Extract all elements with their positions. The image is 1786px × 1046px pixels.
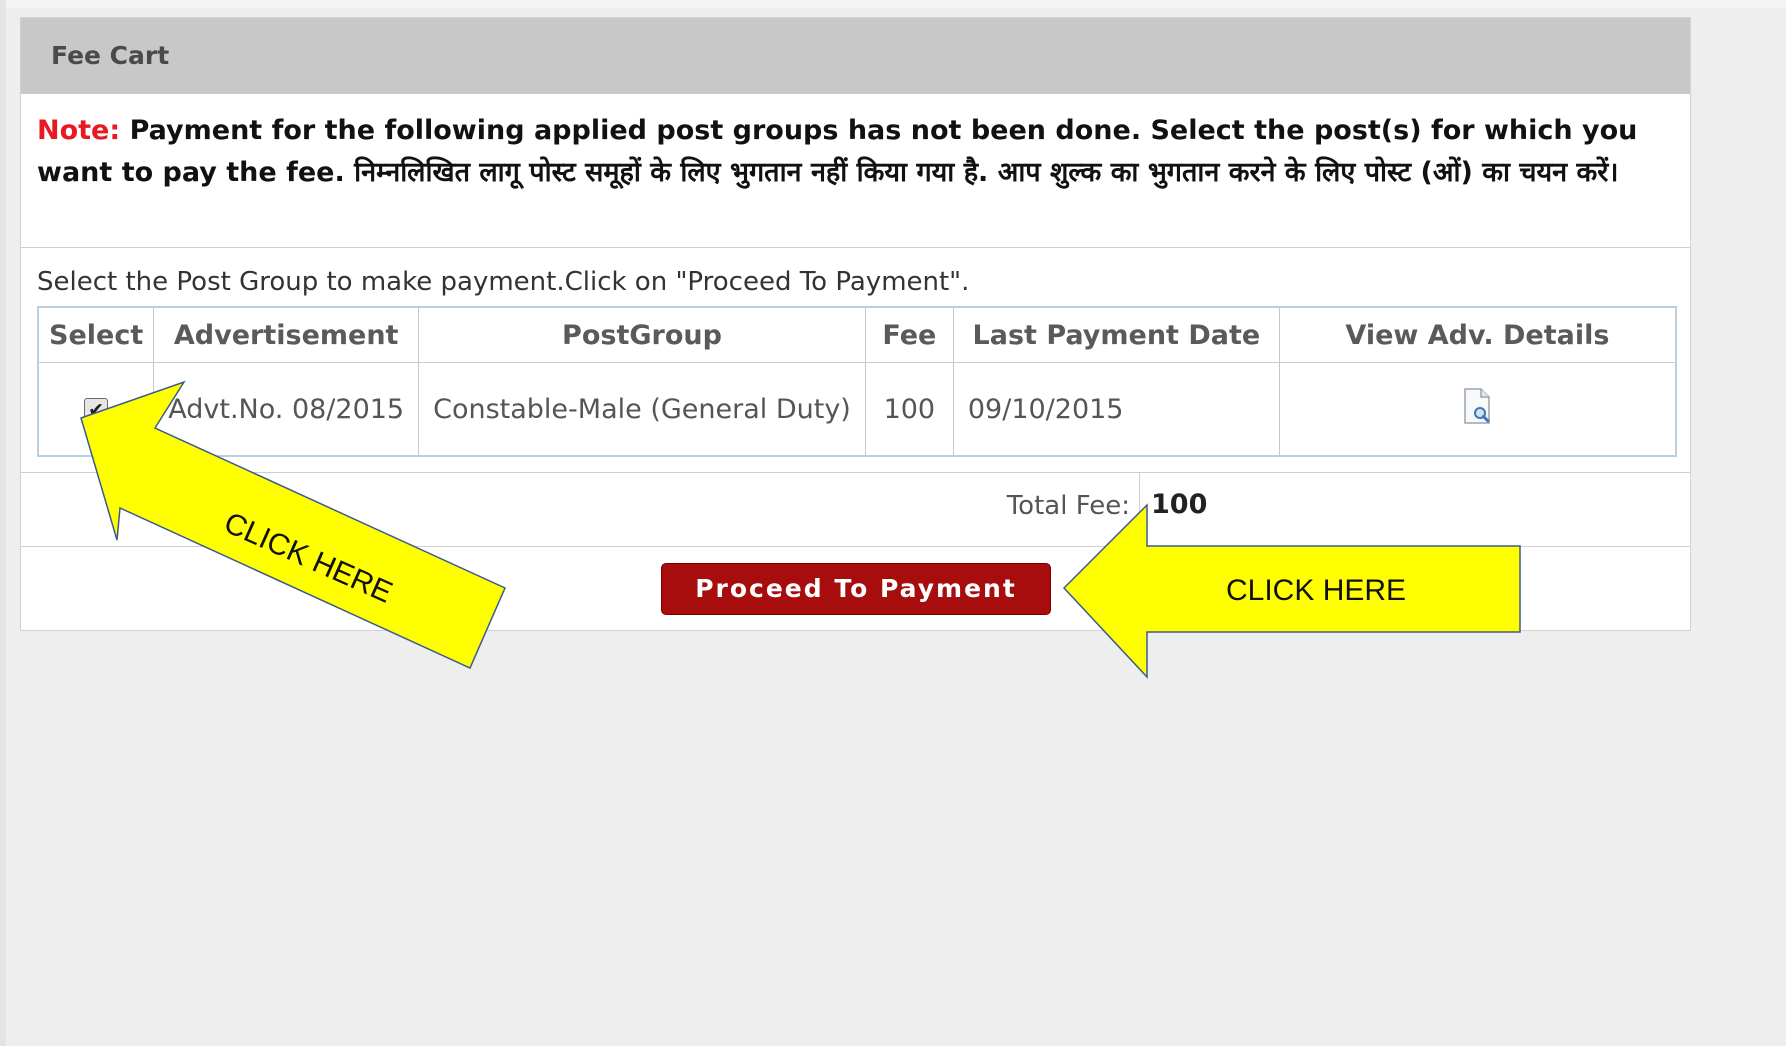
col-select: Select <box>37 306 155 363</box>
post-group-section: Select the Post Group to make payment.Cl… <box>21 248 1690 473</box>
table-header-row: Select Advertisement PostGroup Fee Last … <box>37 306 1677 363</box>
fee-cell: 100 <box>864 362 954 457</box>
fee-cart-panel: Fee Cart Note: Payment for the following… <box>20 17 1691 631</box>
col-last-payment-date: Last Payment Date <box>952 306 1280 363</box>
page-left-edge <box>0 0 6 1046</box>
col-postgroup: PostGroup <box>418 306 866 363</box>
action-row: Proceed To Payment <box>21 547 1690 631</box>
total-fee-value: 100 <box>1151 489 1208 520</box>
page-top-edge <box>0 0 1786 8</box>
col-view-details: View Adv. Details <box>1278 306 1677 363</box>
note-label: Note: <box>37 115 121 146</box>
advertisement-cell: Advt.No. 08/2015 <box>153 362 420 457</box>
note-text: Payment for the following applied post g… <box>37 115 1638 188</box>
instructions-text: Select the Post Group to make payment.Cl… <box>37 267 970 297</box>
col-advertisement: Advertisement <box>153 306 420 363</box>
total-fee-label: Total Fee: <box>1006 491 1130 521</box>
col-fee: Fee <box>864 306 954 363</box>
fee-table: Select Advertisement PostGroup Fee Last … <box>37 306 1677 457</box>
last-payment-date-cell: 09/10/2015 <box>952 362 1280 457</box>
postgroup-cell: Constable-Male (General Duty) <box>418 362 866 457</box>
total-fee-row: Total Fee: 100 <box>21 473 1690 547</box>
select-cell: ✔ <box>37 362 155 457</box>
document-view-icon[interactable] <box>1462 387 1492 431</box>
view-details-cell <box>1278 362 1677 457</box>
panel-title: Fee Cart <box>21 18 1690 94</box>
table-row: ✔ Advt.No. 08/2015 Constable-Male (Gener… <box>37 362 1677 457</box>
total-divider <box>1139 473 1140 546</box>
proceed-to-payment-button[interactable]: Proceed To Payment <box>661 563 1051 615</box>
post-select-checkbox[interactable]: ✔ <box>84 398 109 422</box>
payment-note: Note: Payment for the following applied … <box>21 94 1690 248</box>
